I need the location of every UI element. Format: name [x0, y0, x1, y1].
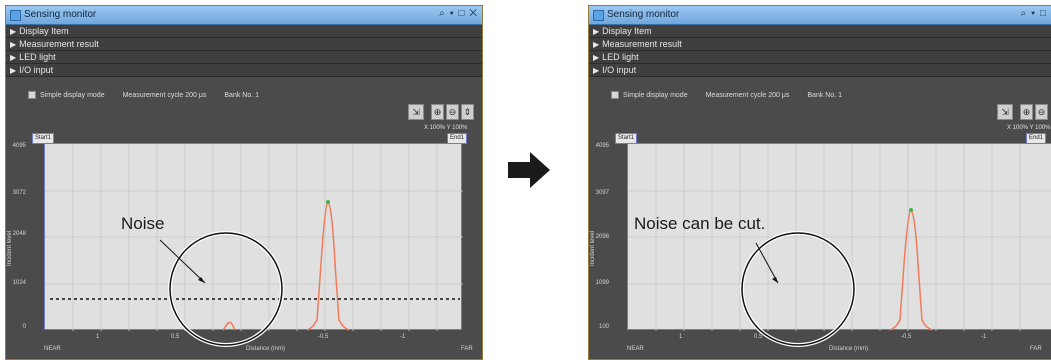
- right-annotation-layer: [740, 231, 856, 347]
- left-annotation-layer: [50, 231, 460, 347]
- right-arrow-icon: [508, 152, 550, 188]
- callout-pointer: [159, 239, 206, 284]
- noise-cut-callout: Noise can be cut.: [634, 214, 766, 233]
- noise-callout: Noise: [121, 214, 165, 233]
- callout-pointer: [755, 242, 779, 284]
